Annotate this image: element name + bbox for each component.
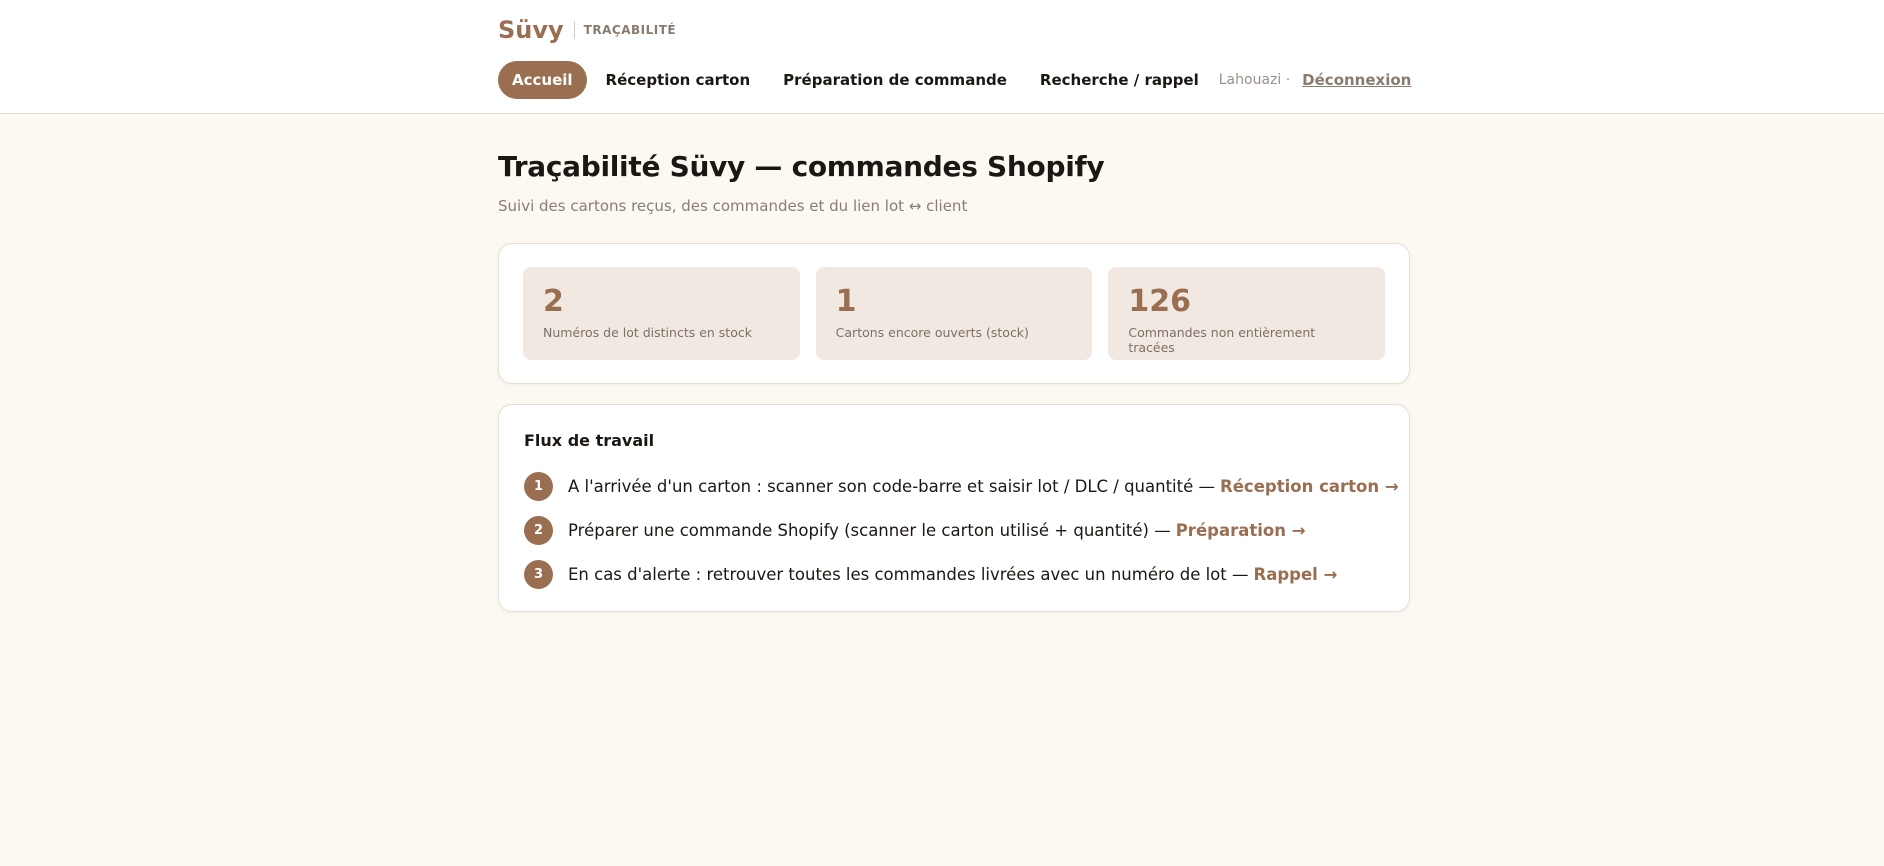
step-text: En cas d'alerte : retrouver toutes les c… — [568, 564, 1249, 584]
stat-label: Cartons encore ouverts (stock) — [835, 325, 1029, 340]
stats-card: 2 Numéros de lot distincts en stock 1 Ca… — [498, 243, 1410, 384]
nav-user-name: Lahouazi · — [1218, 72, 1291, 88]
brand-logo[interactable]: Süvy — [498, 16, 564, 44]
workflow-step-2: 2 Préparer une commande Shopify (scanner… — [524, 508, 1385, 552]
brand-divider — [573, 21, 575, 39]
nav-item-reception-carton[interactable]: Réception carton — [592, 62, 765, 98]
preparation-link[interactable]: Préparation → — [1176, 521, 1306, 540]
stat-label: Commandes non entièrement tracées — [1128, 325, 1316, 355]
step-number-badge: 2 — [524, 515, 553, 545]
main-nav: Accueil Réception carton Préparation de … — [498, 58, 1411, 102]
step-text: Préparer une commande Shopify (scanner l… — [568, 520, 1171, 540]
workflow-title: Flux de travail — [524, 431, 655, 450]
workflow-card: Flux de travail 1 A l'arrivée d'un carto… — [498, 404, 1410, 612]
stat-value: 1 — [835, 284, 857, 319]
main-content: Traçabilité Süvy — commandes Shopify Sui… — [498, 114, 1410, 612]
top-header: Süvy TRAÇABILITÉ Accueil Réception carto… — [0, 0, 1884, 114]
step-number-badge: 3 — [524, 559, 553, 589]
page-title: Traçabilité Süvy — commandes Shopify — [498, 150, 1105, 183]
workflow-step-3: 3 En cas d'alerte : retrouver toutes les… — [524, 552, 1385, 596]
stat-label: Numéros de lot distincts en stock — [543, 325, 752, 340]
workflow-step-1: 1 A l'arrivée d'un carton : scanner son … — [524, 464, 1399, 508]
stat-lots-distincts: 2 Numéros de lot distincts en stock — [523, 267, 800, 360]
nav-item-preparation-commande[interactable]: Préparation de commande — [769, 62, 1021, 98]
stat-cartons-ouverts: 1 Cartons encore ouverts (stock) — [815, 267, 1093, 360]
brand-row: Süvy TRAÇABILITÉ — [498, 0, 1410, 58]
nav-item-accueil[interactable]: Accueil — [498, 61, 587, 99]
rappel-link[interactable]: Rappel → — [1254, 565, 1338, 584]
stat-value: 126 — [1128, 284, 1191, 319]
step-number-badge: 1 — [524, 471, 553, 501]
brand-subtitle: TRAÇABILITÉ — [583, 23, 677, 37]
nav-item-recherche-rappel[interactable]: Recherche / rappel — [1026, 62, 1213, 98]
reception-carton-link[interactable]: Réception carton → — [1220, 477, 1399, 496]
step-text: A l'arrivée d'un carton : scanner son co… — [568, 476, 1216, 496]
stat-commandes-non-tracees: 126 Commandes non entièrement tracées — [1108, 267, 1386, 360]
stat-value: 2 — [543, 284, 564, 319]
logout-link[interactable]: Déconnexion — [1302, 71, 1411, 89]
page-subtitle: Suivi des cartons reçus, des commandes e… — [498, 197, 968, 215]
